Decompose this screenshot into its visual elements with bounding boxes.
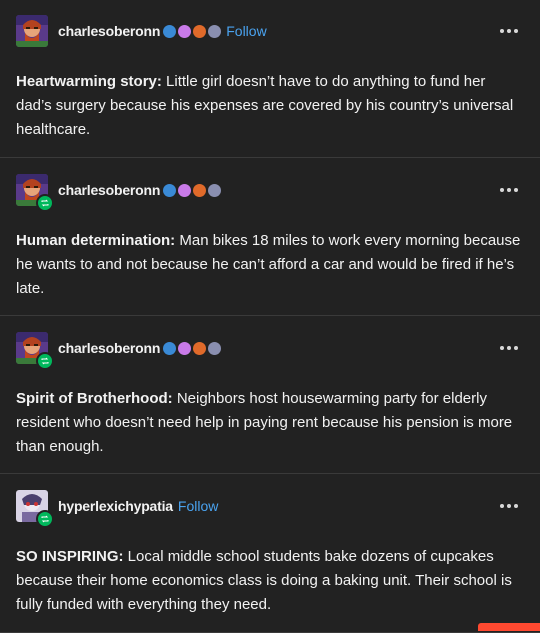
post-body: Heartwarming story: Little girl doesn’t … xyxy=(0,70,540,142)
post-lead: Spirit of Brotherhood: xyxy=(16,390,173,407)
post-1: charlesoberonn Follow Heartwarming story… xyxy=(0,0,540,158)
avatar[interactable] xyxy=(16,332,54,370)
paw-badge-icon xyxy=(193,183,207,197)
post-4: hyperlexichypatia Follow SO INSPIRING: L… xyxy=(0,474,540,633)
post-3: charlesoberonn Spirit of Brotherhood: Ne… xyxy=(0,316,540,474)
post-2: charlesoberonn Human determination: Man … xyxy=(0,158,540,316)
username[interactable]: charlesoberonn xyxy=(58,182,160,198)
post-body: Spirit of Brotherhood: Neighbors host ho… xyxy=(0,387,540,459)
corner-tab[interactable] xyxy=(478,623,540,631)
character-badge-icon xyxy=(163,341,177,355)
post-body: SO INSPIRING: Local middle school studen… xyxy=(0,545,540,617)
more-options-icon[interactable] xyxy=(500,332,518,364)
ghost-badge-icon xyxy=(208,24,222,38)
reblog-icon xyxy=(36,194,54,212)
username[interactable]: charlesoberonn xyxy=(58,23,160,39)
ghost-badge-icon xyxy=(208,341,222,355)
post-body: Human determination: Man bikes 18 miles … xyxy=(0,229,540,301)
character-badge-icon xyxy=(163,183,177,197)
sparkle-badge-icon xyxy=(178,183,192,197)
post-header: charlesoberonn Follow xyxy=(0,0,540,47)
post-header: charlesoberonn xyxy=(0,158,540,212)
reblog-icon xyxy=(36,352,54,370)
avatar[interactable] xyxy=(16,490,54,528)
character-badge-icon xyxy=(163,24,177,38)
post-header: charlesoberonn xyxy=(0,316,540,370)
paw-badge-icon xyxy=(193,24,207,38)
sparkle-badge-icon xyxy=(178,24,192,38)
badges xyxy=(163,183,222,197)
more-options-icon[interactable] xyxy=(500,174,518,206)
post-lead: Human determination: xyxy=(16,232,176,249)
username[interactable]: hyperlexichypatia xyxy=(58,498,173,514)
more-options-icon[interactable] xyxy=(500,490,518,522)
avatar-image xyxy=(16,15,48,47)
post-lead: SO INSPIRING: xyxy=(16,548,124,565)
follow-button[interactable]: Follow xyxy=(226,23,266,39)
ghost-badge-icon xyxy=(208,183,222,197)
badges xyxy=(163,24,222,38)
paw-badge-icon xyxy=(193,341,207,355)
more-options-icon[interactable] xyxy=(500,15,518,47)
sparkle-badge-icon xyxy=(178,341,192,355)
badges xyxy=(163,341,222,355)
avatar[interactable] xyxy=(16,15,48,47)
reblog-icon xyxy=(36,510,54,528)
follow-button[interactable]: Follow xyxy=(178,498,218,514)
username[interactable]: charlesoberonn xyxy=(58,340,160,356)
avatar[interactable] xyxy=(16,174,54,212)
post-lead: Heartwarming story: xyxy=(16,73,162,90)
post-header: hyperlexichypatia Follow xyxy=(0,474,540,528)
